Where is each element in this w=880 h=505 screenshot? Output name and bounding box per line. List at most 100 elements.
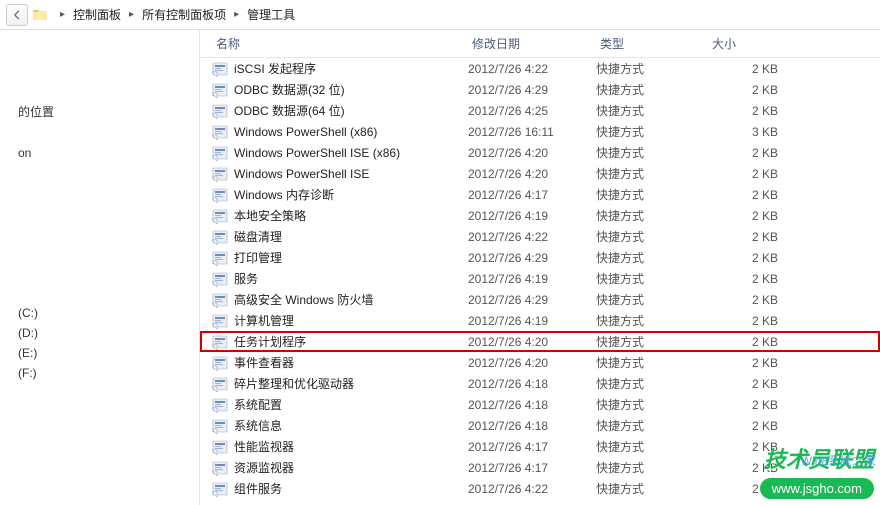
file-row[interactable]: 系统信息2012/7/26 4:18快捷方式2 KB (200, 415, 880, 436)
breadcrumb-item[interactable]: 管理工具 (243, 4, 299, 25)
sidebar-item-drive-c[interactable]: (C:) (0, 303, 199, 323)
file-date: 2012/7/26 4:20 (468, 356, 596, 370)
file-size: 2 KB (708, 83, 828, 97)
file-type: 快捷方式 (596, 165, 708, 182)
file-date: 2012/7/26 4:29 (468, 83, 596, 97)
file-name: 本地安全策略 (234, 207, 468, 224)
column-header-size[interactable]: 大小 (708, 35, 828, 52)
sidebar: 的位置 on (C:) (D:) (E:) (F:) (0, 30, 200, 505)
file-date: 2012/7/26 4:17 (468, 461, 596, 475)
sidebar-item-drive-e[interactable]: (E:) (0, 343, 199, 363)
file-row[interactable]: Windows 内存诊断2012/7/26 4:17快捷方式2 KB (200, 184, 880, 205)
file-size: 2 KB (708, 398, 828, 412)
file-row[interactable]: ODBC 数据源(32 位)2012/7/26 4:29快捷方式2 KB (200, 79, 880, 100)
file-date: 2012/7/26 4:22 (468, 482, 596, 496)
file-row[interactable]: 服务2012/7/26 4:19快捷方式2 KB (200, 268, 880, 289)
sidebar-item[interactable]: 的位置 (0, 100, 199, 123)
file-row[interactable]: 性能监视器2012/7/26 4:17快捷方式2 KB (200, 436, 880, 457)
file-type: 快捷方式 (596, 102, 708, 119)
sidebar-item-drive-d[interactable]: (D:) (0, 323, 199, 343)
shortcut-icon (212, 292, 228, 308)
file-type: 快捷方式 (596, 417, 708, 434)
file-type: 快捷方式 (596, 291, 708, 308)
file-name: Windows PowerShell ISE (x86) (234, 146, 468, 160)
file-row[interactable]: 打印管理2012/7/26 4:29快捷方式2 KB (200, 247, 880, 268)
chevron-right-icon: ▸ (127, 9, 136, 20)
file-name: 碎片整理和优化驱动器 (234, 375, 468, 392)
shortcut-icon (212, 166, 228, 182)
file-type: 快捷方式 (596, 270, 708, 287)
file-size: 2 KB (708, 146, 828, 160)
file-row[interactable]: 组件服务2012/7/26 4:22快捷方式2 KB (200, 478, 880, 499)
file-row[interactable]: 事件查看器2012/7/26 4:20快捷方式2 KB (200, 352, 880, 373)
file-row[interactable]: 碎片整理和优化驱动器2012/7/26 4:18快捷方式2 KB (200, 373, 880, 394)
file-row[interactable]: 任务计划程序2012/7/26 4:20快捷方式2 KB (200, 331, 880, 352)
shortcut-icon (212, 313, 228, 329)
file-row[interactable]: 计算机管理2012/7/26 4:19快捷方式2 KB (200, 310, 880, 331)
file-date: 2012/7/26 4:17 (468, 440, 596, 454)
column-headers: 名称 修改日期 类型 大小 (200, 30, 880, 58)
file-date: 2012/7/26 4:22 (468, 62, 596, 76)
file-row[interactable]: iSCSI 发起程序2012/7/26 4:22快捷方式2 KB (200, 58, 880, 79)
breadcrumb-item[interactable]: 所有控制面板项 (138, 4, 230, 25)
file-type: 快捷方式 (596, 312, 708, 329)
file-date: 2012/7/26 4:22 (468, 230, 596, 244)
file-row[interactable]: Windows PowerShell ISE2012/7/26 4:20快捷方式… (200, 163, 880, 184)
file-size: 2 KB (708, 188, 828, 202)
file-name: 计算机管理 (234, 312, 468, 329)
shortcut-icon (212, 124, 228, 140)
sidebar-item-drive-f[interactable]: (F:) (0, 363, 199, 383)
shortcut-icon (212, 376, 228, 392)
file-type: 快捷方式 (596, 459, 708, 476)
file-date: 2012/7/26 4:19 (468, 314, 596, 328)
file-row[interactable]: 资源监视器2012/7/26 4:17快捷方式2 KB (200, 457, 880, 478)
file-type: 快捷方式 (596, 249, 708, 266)
file-row[interactable]: ODBC 数据源(64 位)2012/7/26 4:25快捷方式2 KB (200, 100, 880, 121)
file-name: 服务 (234, 270, 468, 287)
shortcut-icon (212, 187, 228, 203)
file-name: ODBC 数据源(32 位) (234, 81, 468, 98)
file-row[interactable]: Windows PowerShell ISE (x86)2012/7/26 4:… (200, 142, 880, 163)
file-name: 磁盘清理 (234, 228, 468, 245)
file-date: 2012/7/26 4:29 (468, 293, 596, 307)
file-type: 快捷方式 (596, 207, 708, 224)
file-size: 2 KB (708, 251, 828, 265)
file-row[interactable]: 系统配置2012/7/26 4:18快捷方式2 KB (200, 394, 880, 415)
file-row[interactable]: 高级安全 Windows 防火墙2012/7/26 4:29快捷方式2 KB (200, 289, 880, 310)
file-name: Windows PowerShell ISE (234, 167, 468, 181)
file-name: 性能监视器 (234, 438, 468, 455)
file-row[interactable]: Windows PowerShell (x86)2012/7/26 16:11快… (200, 121, 880, 142)
file-size: 2 KB (708, 293, 828, 307)
file-type: 快捷方式 (596, 396, 708, 413)
file-name: 事件查看器 (234, 354, 468, 371)
chevron-right-icon: ▸ (58, 9, 67, 20)
column-header-name[interactable]: 名称 (212, 35, 468, 52)
file-type: 快捷方式 (596, 186, 708, 203)
file-size: 3 KB (708, 125, 828, 139)
shortcut-icon (212, 103, 228, 119)
file-size: 2 KB (708, 272, 828, 286)
file-name: Windows PowerShell (x86) (234, 125, 468, 139)
shortcut-icon (212, 145, 228, 161)
column-header-type[interactable]: 类型 (596, 35, 708, 52)
file-name: 打印管理 (234, 249, 468, 266)
file-size: 2 KB (708, 461, 828, 475)
file-size: 2 KB (708, 167, 828, 181)
file-size: 2 KB (708, 377, 828, 391)
file-date: 2012/7/26 4:29 (468, 251, 596, 265)
file-size: 2 KB (708, 230, 828, 244)
file-row[interactable]: 本地安全策略2012/7/26 4:19快捷方式2 KB (200, 205, 880, 226)
sidebar-item[interactable]: on (0, 143, 199, 163)
file-type: 快捷方式 (596, 438, 708, 455)
file-name: 高级安全 Windows 防火墙 (234, 291, 468, 308)
breadcrumb-item[interactable]: 控制面板 (69, 4, 125, 25)
file-type: 快捷方式 (596, 228, 708, 245)
file-row[interactable]: 磁盘清理2012/7/26 4:22快捷方式2 KB (200, 226, 880, 247)
file-rows: iSCSI 发起程序2012/7/26 4:22快捷方式2 KBODBC 数据源… (200, 58, 880, 505)
shortcut-icon (212, 250, 228, 266)
file-name: 组件服务 (234, 480, 468, 497)
file-type: 快捷方式 (596, 123, 708, 140)
file-date: 2012/7/26 4:18 (468, 398, 596, 412)
column-header-date[interactable]: 修改日期 (468, 35, 596, 52)
back-button[interactable] (6, 4, 28, 26)
